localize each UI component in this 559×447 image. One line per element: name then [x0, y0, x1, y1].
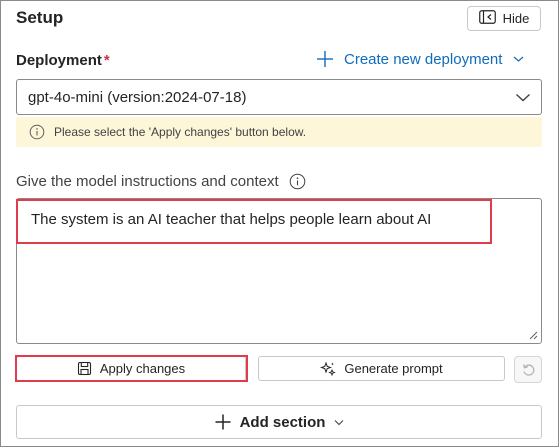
- panel-collapse-icon: [478, 10, 496, 27]
- reset-button[interactable]: [514, 356, 542, 383]
- resize-grip-icon[interactable]: [528, 330, 538, 340]
- deployment-label: Deployment *: [16, 52, 110, 69]
- create-deployment-label: Create new deployment: [344, 50, 503, 68]
- required-marker: *: [103, 52, 110, 69]
- sparkle-icon: [320, 361, 337, 376]
- deployment-select[interactable]: gpt-4o-mini (version:2024-07-18): [16, 79, 542, 115]
- chevron-down-icon: [516, 93, 530, 102]
- info-icon: [29, 124, 45, 140]
- apply-changes-button[interactable]: Apply changes: [16, 356, 246, 381]
- apply-changes-label: Apply changes: [99, 361, 186, 376]
- hide-button[interactable]: Hide: [467, 6, 541, 31]
- instructions-label: Give the model instructions and context: [16, 173, 306, 190]
- create-deployment-link[interactable]: Create new deployment: [315, 49, 524, 69]
- add-section-label: Add section: [239, 413, 326, 431]
- hide-button-label: Hide: [502, 11, 530, 26]
- panel-title: Setup: [16, 8, 64, 27]
- info-icon[interactable]: [289, 173, 306, 190]
- setup-panel: Setup Hide Deployment * Create new deploy…: [0, 0, 559, 447]
- add-section-button[interactable]: Add section: [16, 405, 542, 439]
- instructions-text: The system is an AI teacher that helps p…: [31, 211, 432, 228]
- chevron-down-icon: [335, 419, 344, 425]
- deployment-label-text: Deployment: [16, 52, 102, 69]
- undo-icon: [522, 364, 534, 376]
- instructions-textarea[interactable]: The system is an AI teacher that helps p…: [16, 198, 542, 344]
- apply-changes-notice: Please select the 'Apply changes' button…: [16, 117, 542, 147]
- generate-prompt-button[interactable]: Generate prompt: [258, 356, 505, 381]
- chevron-down-icon: [514, 56, 524, 62]
- deployment-selected-value: gpt-4o-mini (version:2024-07-18): [28, 88, 247, 106]
- notice-text: Please select the 'Apply changes' button…: [54, 125, 307, 139]
- instructions-label-text: Give the model instructions and context: [16, 173, 279, 190]
- plus-icon: [317, 51, 333, 67]
- save-icon: [77, 361, 91, 376]
- plus-icon: [215, 414, 231, 430]
- generate-prompt-label: Generate prompt: [344, 361, 443, 376]
